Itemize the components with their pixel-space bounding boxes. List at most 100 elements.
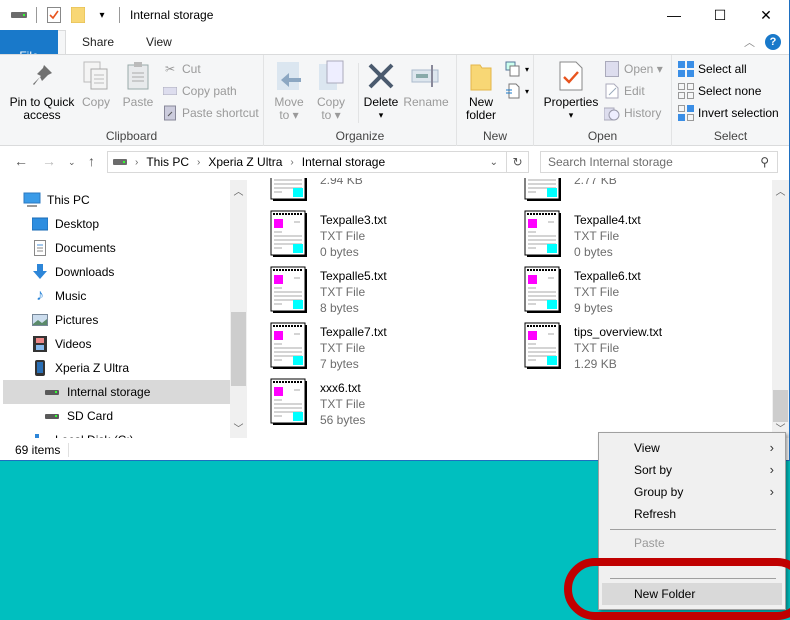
cut-button[interactable]: ✂ Cut <box>162 59 201 79</box>
tab-view[interactable]: View <box>130 30 188 54</box>
nav-item-documents[interactable]: Documents <box>31 236 223 260</box>
edit-label: Edit <box>624 84 645 98</box>
drive-icon <box>43 384 61 400</box>
scroll-down-arrow-icon[interactable]: ﹀ <box>230 420 247 435</box>
nav-item-local-disk[interactable]: Local Disk (C:) <box>31 428 223 438</box>
file-list-scrollbar[interactable]: ︿ ﹀ <box>772 180 789 438</box>
select-none-button[interactable]: Select none <box>678 81 761 101</box>
context-menu-refresh[interactable]: Refresh <box>602 503 782 525</box>
breadcrumb-internal-storage[interactable]: Internal storage <box>302 155 385 169</box>
forward-arrow-icon[interactable]: → <box>42 153 56 169</box>
copy-icon <box>80 59 112 93</box>
nav-item-label: Documents <box>55 241 116 255</box>
file-item[interactable]: TXT File2.94 KB <box>250 178 490 206</box>
address-history-chevron-icon[interactable]: ⌄ <box>490 157 506 168</box>
nav-item-xperia-z-ultra[interactable]: Xperia Z Ultra <box>31 356 223 380</box>
file-item[interactable]: Texpalle6.txt TXT File 9 bytes <box>504 266 744 318</box>
up-arrow-icon[interactable]: ↑ <box>88 153 95 169</box>
properties-dropdown-icon[interactable]: ▾ <box>569 109 574 122</box>
new-item-button[interactable]: ▾ <box>505 59 529 79</box>
search-icon[interactable]: ⚲ <box>760 155 769 169</box>
nav-item-music[interactable]: ♪ Music <box>31 284 223 308</box>
copy-to-button[interactable]: Copy to ▾ <box>314 59 348 122</box>
rename-icon <box>410 59 442 93</box>
nav-item-this-pc[interactable]: This PC <box>23 188 223 212</box>
breadcrumb-this-pc[interactable]: This PC <box>146 155 189 169</box>
nav-item-downloads[interactable]: Downloads <box>31 260 223 284</box>
move-to-label-2: to ▾ <box>279 108 299 122</box>
paste-icon <box>122 59 154 93</box>
minimize-button[interactable]: — <box>651 0 697 30</box>
move-to-button[interactable]: Move to ▾ <box>272 59 306 122</box>
ribbon-tabs: File Home Share View ︿ ? <box>0 30 789 82</box>
history-button[interactable]: History <box>604 103 661 123</box>
context-menu-sort-by[interactable]: Sort by › <box>602 459 782 481</box>
select-group-label: Select <box>713 129 748 143</box>
collapse-ribbon-icon[interactable]: ︿ <box>744 34 755 50</box>
nav-item-internal-storage[interactable]: Internal storage <box>3 380 230 404</box>
text-file-icon <box>524 210 564 258</box>
scroll-up-arrow-icon[interactable]: ︿ <box>230 183 247 198</box>
scrollbar-thumb[interactable] <box>231 312 246 386</box>
download-arrow-icon <box>31 264 49 280</box>
file-item[interactable]: TXT File2.77 KB <box>504 178 744 206</box>
monitor-icon <box>23 192 41 208</box>
file-item[interactable]: Texpalle3.txt TXT File 0 bytes <box>250 210 490 262</box>
breadcrumb-xperia-z-ultra[interactable]: Xperia Z Ultra <box>208 155 282 169</box>
paste-button[interactable]: Paste <box>121 59 155 109</box>
scrollbar-thumb[interactable] <box>773 390 788 422</box>
recent-locations-chevron-icon[interactable]: ⌄ <box>68 157 76 168</box>
new-folder-icon[interactable] <box>69 6 87 24</box>
desktop-icon <box>31 216 49 232</box>
navigation-pane-scrollbar[interactable]: ︿ ﹀ <box>230 180 247 438</box>
invert-selection-button[interactable]: Invert selection <box>678 103 779 123</box>
nav-item-desktop[interactable]: Desktop <box>31 212 223 236</box>
easy-access-button[interactable]: ▾ <box>505 81 529 101</box>
open-button[interactable]: Open ▾ <box>604 59 663 79</box>
file-name: xxx6.txt <box>320 381 361 395</box>
select-all-button[interactable]: Select all <box>678 59 747 79</box>
maximize-button[interactable]: ☐ <box>697 0 743 30</box>
phone-icon <box>31 360 49 376</box>
nav-item-pictures[interactable]: Pictures <box>31 308 223 332</box>
delete-dropdown-icon[interactable]: ▾ <box>379 109 384 122</box>
copy-path-button[interactable]: Copy path <box>162 81 237 101</box>
context-menu-view[interactable]: View › <box>602 437 782 459</box>
new-folder-button[interactable]: New folder <box>461 59 501 122</box>
copy-to-label-2: to ▾ <box>321 108 341 122</box>
delete-button[interactable]: Delete ▾ <box>364 59 398 122</box>
refresh-icon[interactable]: ↻ <box>506 152 528 172</box>
file-type: TXT File <box>320 229 366 243</box>
customize-toolbar-dropdown-icon[interactable]: ▾ <box>93 6 111 24</box>
file-item[interactable]: Texpalle4.txt TXT File 0 bytes <box>504 210 744 262</box>
properties-icon[interactable] <box>45 6 63 24</box>
nav-item-videos[interactable]: Videos <box>31 332 223 356</box>
new-item-icon <box>505 61 521 77</box>
submenu-chevron-icon: › <box>769 462 774 477</box>
window-title: Internal storage <box>130 8 214 22</box>
search-input[interactable]: Search Internal storage ⚲ <box>540 151 778 173</box>
file-item[interactable]: tips_overview.txt TXT File 1.29 KB <box>504 322 744 374</box>
close-button[interactable]: ✕ <box>743 0 789 30</box>
file-item[interactable]: Texpalle5.txt TXT File 8 bytes <box>250 266 490 318</box>
address-bar[interactable]: › This PC › Xperia Z Ultra › Internal st… <box>107 151 529 173</box>
nav-item-sd-card[interactable]: SD Card <box>43 404 223 428</box>
rename-button[interactable]: Rename <box>403 59 449 109</box>
file-item[interactable]: xxx6.txt TXT File 56 bytes <box>250 378 490 430</box>
file-item[interactable]: Texpalle7.txt TXT File 7 bytes <box>250 322 490 374</box>
file-size: 0 bytes <box>320 245 359 259</box>
file-size: 9 bytes <box>574 301 613 315</box>
text-file-icon <box>524 178 564 202</box>
paste-shortcut-button[interactable]: Paste shortcut <box>162 103 259 123</box>
context-menu-new-folder[interactable]: New Folder <box>602 583 782 605</box>
context-menu-group-by[interactable]: Group by › <box>602 481 782 503</box>
scroll-up-arrow-icon[interactable]: ︿ <box>772 183 789 198</box>
pin-to-quick-access-button[interactable]: Pin to Quick access <box>8 59 76 122</box>
context-menu-paste[interactable]: Paste <box>602 532 782 554</box>
edit-button[interactable]: Edit <box>604 81 645 101</box>
copy-button[interactable]: Copy <box>80 59 112 109</box>
properties-button[interactable]: Properties ▾ <box>542 59 600 122</box>
back-arrow-icon[interactable]: ← <box>14 153 28 169</box>
tab-share[interactable]: Share <box>66 30 130 54</box>
help-icon[interactable]: ? <box>765 34 781 50</box>
